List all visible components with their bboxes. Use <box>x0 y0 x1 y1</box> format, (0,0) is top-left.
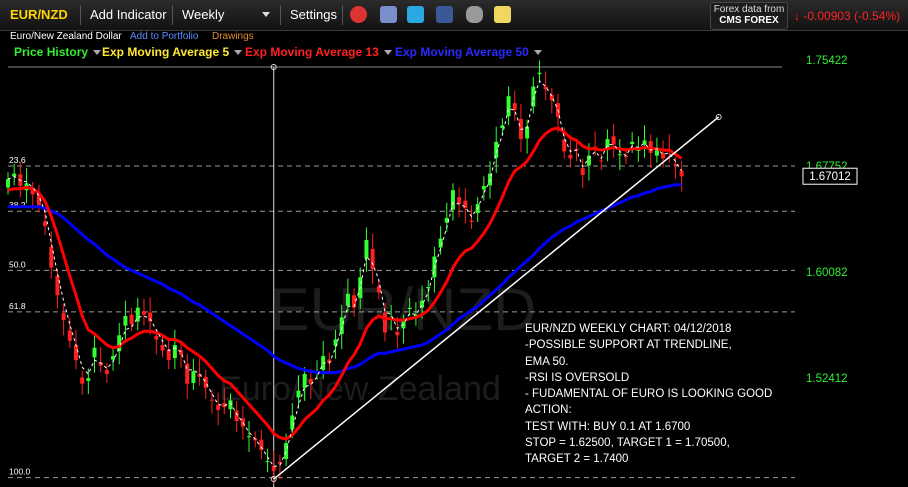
candle-body <box>80 377 85 384</box>
analysis-note: EUR/NZD WEEKLY CHART: 04/12/2018 -POSSIB… <box>525 321 772 468</box>
price-axis-tick: 1.60082 <box>806 267 848 279</box>
candle-body <box>216 405 221 410</box>
note-line: EUR/NZD WEEKLY CHART: 04/12/2018 <box>525 323 732 335</box>
candle-body <box>580 168 585 176</box>
candle-body <box>141 311 146 315</box>
candle-body <box>191 371 196 384</box>
candle-body <box>209 399 214 401</box>
candle-body <box>450 190 455 210</box>
candle-body <box>370 248 375 269</box>
watermark-name: Euro/New Zealand <box>219 370 501 408</box>
candle-body <box>259 439 264 451</box>
candle-body <box>339 317 344 334</box>
candle-body <box>290 415 295 430</box>
current-price-label: 1.67012 <box>809 171 851 183</box>
watermark-symbol: EUR/NZD <box>270 276 537 343</box>
candle-body <box>630 141 635 144</box>
candle-body <box>537 72 542 75</box>
candle-body <box>506 96 511 117</box>
candle-body <box>92 347 97 358</box>
candle-body <box>599 160 604 162</box>
fib-level-label: 100.0 <box>9 467 31 477</box>
candle-body <box>345 293 350 306</box>
candle-body <box>611 136 616 145</box>
candle-body <box>148 312 153 322</box>
candle-body <box>284 443 289 460</box>
candle-body <box>407 307 412 310</box>
note-line: TARGET 2 = 1.7400 <box>525 453 629 466</box>
candle-body <box>154 336 159 340</box>
candle-body <box>73 344 78 361</box>
candle-body <box>382 312 387 333</box>
fib-level-label: 61.8 <box>9 301 26 311</box>
candle-body <box>296 390 301 398</box>
price-axis-tick: 1.75422 <box>806 55 848 67</box>
candle-body <box>6 179 10 188</box>
candle-body <box>234 410 239 422</box>
candle-body <box>673 163 678 166</box>
candle-body <box>568 154 573 159</box>
fib-level-label: 23.6 <box>9 155 26 165</box>
candle-body <box>160 344 165 351</box>
candle-body <box>49 246 54 268</box>
candle-body <box>512 103 517 111</box>
note-line: ACTION: <box>525 404 572 417</box>
note-line: TEST WITH: BUY 0.1 AT 1.6700 <box>525 420 691 433</box>
candle-body <box>172 344 177 359</box>
candle-body <box>265 461 270 463</box>
candle-body <box>61 313 66 321</box>
note-line: STOP = 1.62500, TARGET 1 = 1.70500, <box>525 437 730 450</box>
candle-body <box>43 221 48 227</box>
candle-body <box>617 154 622 156</box>
candle-body <box>679 170 684 177</box>
candle-body <box>463 200 468 209</box>
candle-body <box>203 376 208 388</box>
price-axis-tick: 1.52412 <box>806 373 848 385</box>
note-line: -POSSIBLE SUPPORT AT TRENDLINE, <box>525 339 732 352</box>
fib-level-label: 38.2 <box>9 200 26 210</box>
candle-body <box>129 314 134 325</box>
note-line: - FUDAMENTAL OF EURO IS LOOKING GOOD <box>525 388 773 401</box>
candle-body <box>111 356 116 360</box>
candle-body <box>395 331 400 336</box>
candle-body <box>364 239 369 259</box>
candle-body <box>123 315 128 326</box>
candle-body <box>55 275 60 296</box>
candle-body <box>661 152 666 159</box>
note-line: EMA 50. <box>525 355 569 368</box>
candle-body <box>494 141 499 158</box>
candle-body <box>67 330 72 341</box>
candle-body <box>426 286 431 289</box>
candle-body <box>457 197 462 205</box>
candle-body <box>86 378 91 381</box>
fib-level-label: 50.0 <box>9 259 26 269</box>
candle-body <box>104 369 109 375</box>
candle-body <box>469 220 474 222</box>
note-line: -RSI IS OVERSOLD <box>525 371 630 384</box>
candle-body <box>481 186 486 190</box>
candle-body <box>247 436 252 438</box>
candle-body <box>166 349 171 361</box>
